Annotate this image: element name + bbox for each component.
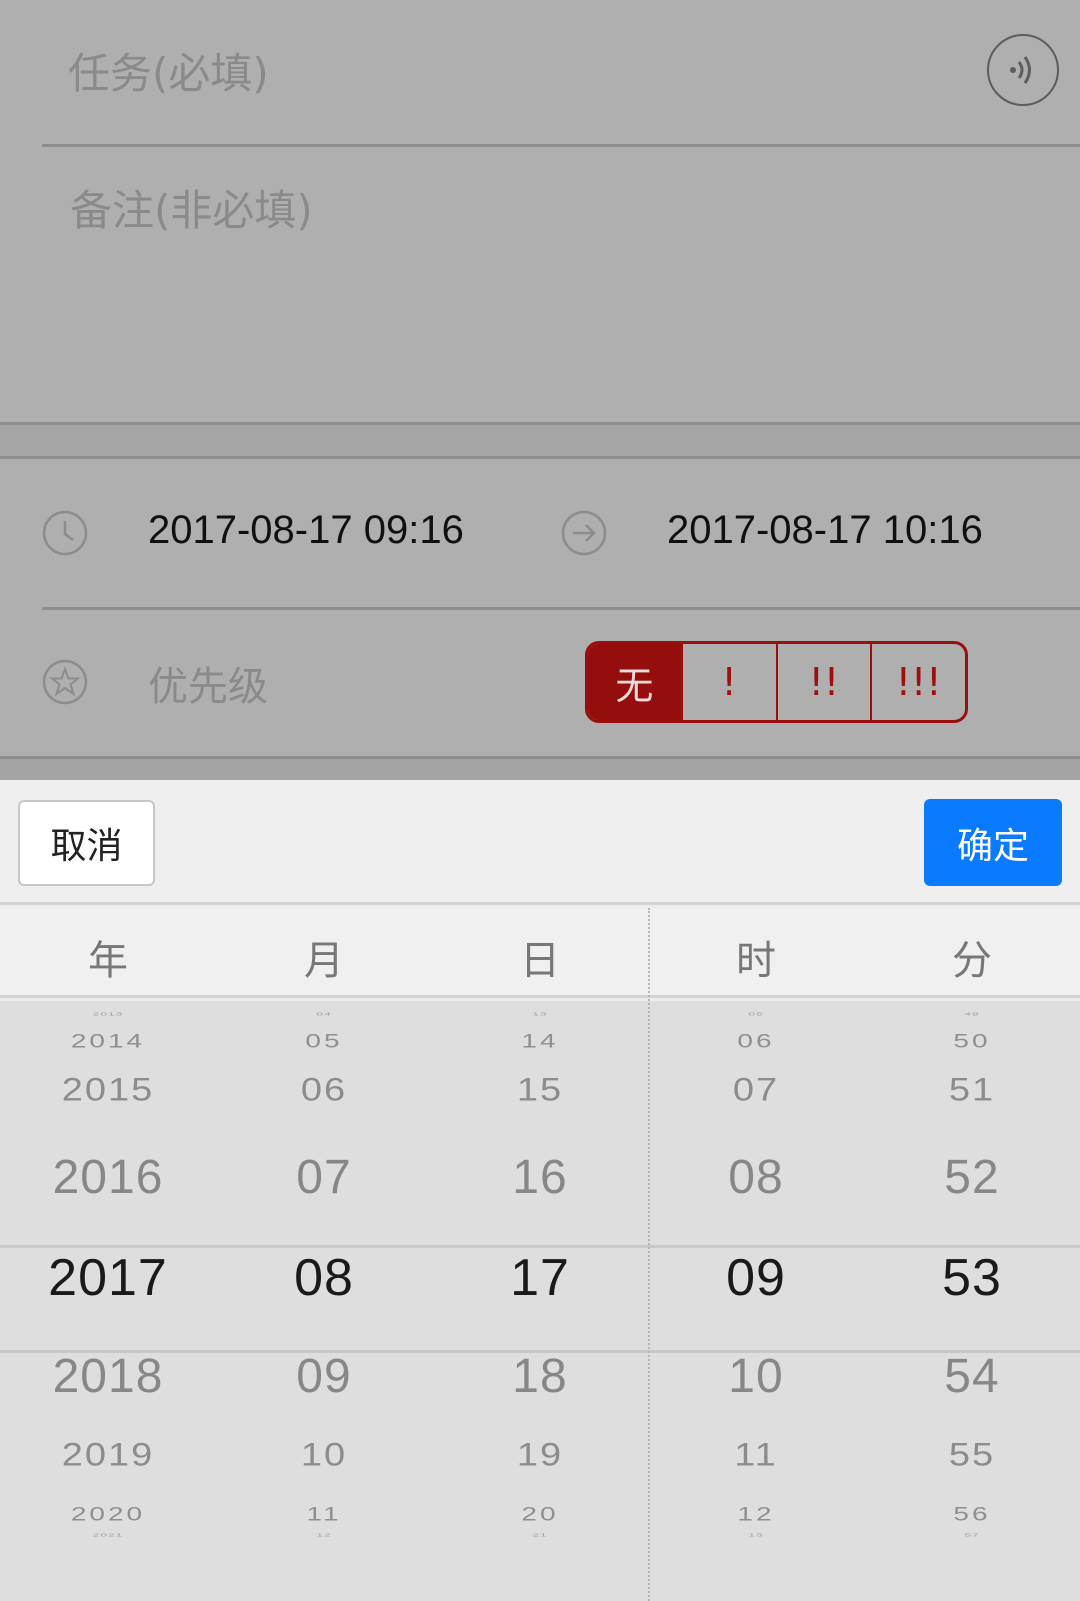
datetime-picker: 取消 确定 年 月 日 时 分 2013 2014 2015 2016 2017… [0, 780, 1080, 1601]
wheel-cell[interactable]: 13 [648, 1533, 864, 1538]
priority-option-medium[interactable]: !! [778, 644, 873, 720]
wheel-cell[interactable]: 06 [216, 1072, 432, 1109]
priority-row: 优先级 无 ! !! !!! [42, 612, 1080, 756]
wheel-cell[interactable]: 09 [216, 1349, 432, 1404]
priority-option-high[interactable]: !!! [872, 644, 965, 720]
voice-input-button[interactable] [987, 34, 1059, 106]
wheel-minute[interactable]: 49 50 51 52 53 54 55 56 57 [864, 1001, 1080, 1601]
priority-selector: 无 ! !! !!! [585, 641, 968, 723]
wheel-cell-selected[interactable]: 09 [648, 1248, 864, 1308]
wheel-cell-selected[interactable]: 53 [864, 1248, 1080, 1308]
wheel-year[interactable]: 2013 2014 2015 2016 2017 2018 2019 2020 … [0, 1001, 216, 1601]
task-form: 任务(必填) 备注(非必填) 2017-08-17 09:16 2017-08-… [0, 0, 1080, 780]
priority-label: 优先级 [148, 664, 268, 710]
confirm-button[interactable]: 确定 [924, 799, 1062, 886]
star-icon [42, 659, 88, 705]
wheel-cell[interactable]: 15 [432, 1072, 648, 1109]
column-title-day: 日 [520, 938, 560, 984]
wheel-cell[interactable]: 18 [432, 1349, 648, 1404]
wheel-cell[interactable]: 06 [648, 1030, 864, 1052]
column-title-month: 月 [304, 938, 344, 984]
wheel-cell[interactable]: 2016 [0, 1150, 216, 1205]
wheel-cell[interactable]: 05 [648, 1012, 864, 1017]
wheel-cell[interactable]: 07 [216, 1150, 432, 1205]
note-input[interactable]: 备注(非必填) [70, 177, 313, 238]
wheel-cell[interactable]: 10 [216, 1437, 432, 1474]
wheel-cell[interactable]: 11 [216, 1503, 432, 1525]
clock-icon [42, 510, 88, 556]
wheel-cell[interactable]: 12 [648, 1503, 864, 1525]
wheel-cell[interactable]: 49 [864, 1012, 1080, 1017]
wheel-cell[interactable]: 54 [864, 1349, 1080, 1404]
voice-wave-icon [1010, 56, 1031, 84]
wheel-cell[interactable]: 2020 [0, 1503, 216, 1525]
column-title-minute: 分 [952, 938, 992, 984]
wheel-cell[interactable]: 20 [432, 1503, 648, 1525]
end-time[interactable]: 2017-08-17 10:16 [667, 508, 983, 553]
start-time[interactable]: 2017-08-17 09:16 [148, 508, 464, 553]
wheel-cell-selected[interactable]: 17 [432, 1248, 648, 1308]
wheel-cell[interactable]: 2014 [0, 1030, 216, 1052]
cancel-button[interactable]: 取消 [18, 800, 155, 886]
wheel-cell[interactable]: 16 [432, 1150, 648, 1205]
task-row: 任务(必填) [42, 0, 1080, 147]
wheel-cell[interactable]: 21 [432, 1533, 648, 1538]
column-title-hour: 时 [736, 938, 776, 984]
wheel-cell-selected[interactable]: 08 [216, 1248, 432, 1308]
wheel-cell[interactable]: 2015 [0, 1072, 216, 1109]
date-time-divider [648, 908, 650, 1601]
wheel-cell[interactable]: 04 [216, 1012, 432, 1017]
task-input[interactable]: 任务(必填) [68, 40, 269, 101]
section-divider [0, 425, 1080, 459]
wheel-cell[interactable]: 2018 [0, 1349, 216, 1404]
wheel-cell[interactable]: 12 [216, 1533, 432, 1538]
wheel-cell[interactable]: 14 [432, 1030, 648, 1052]
wheel-cell[interactable]: 2019 [0, 1437, 216, 1474]
wheel-cell[interactable]: 50 [864, 1030, 1080, 1052]
picker-wheels: 2013 2014 2015 2016 2017 2018 2019 2020 … [0, 1001, 1080, 1601]
time-row: 2017-08-17 09:16 2017-08-17 10:16 [42, 460, 1080, 610]
wheel-cell[interactable]: 52 [864, 1150, 1080, 1205]
wheel-cell[interactable]: 11 [648, 1437, 864, 1474]
wheel-cell[interactable]: 05 [216, 1030, 432, 1052]
wheel-cell[interactable]: 10 [648, 1349, 864, 1404]
arrow-right-icon [561, 510, 607, 556]
wheel-day[interactable]: 13 14 15 16 17 18 19 20 21 [432, 1001, 648, 1601]
wheel-cell[interactable]: 2013 [0, 1012, 216, 1017]
column-title-year: 年 [88, 938, 128, 984]
wheel-cell[interactable]: 19 [432, 1437, 648, 1474]
note-row: 备注(非必填) [0, 147, 1080, 425]
priority-option-low[interactable]: ! [683, 644, 778, 720]
wheel-cell[interactable]: 57 [864, 1533, 1080, 1538]
wheel-cell[interactable]: 56 [864, 1503, 1080, 1525]
wheel-cell[interactable]: 13 [432, 1012, 648, 1017]
wheel-month[interactable]: 04 05 06 07 08 09 10 11 12 [216, 1001, 432, 1601]
wheel-cell-selected[interactable]: 2017 [0, 1248, 216, 1308]
wheel-cell[interactable]: 08 [648, 1150, 864, 1205]
priority-option-none[interactable]: 无 [588, 644, 683, 720]
wheel-cell[interactable]: 2021 [0, 1533, 216, 1538]
section-divider [0, 756, 1080, 780]
wheel-cell[interactable]: 07 [648, 1072, 864, 1109]
wheel-cell[interactable]: 55 [864, 1437, 1080, 1474]
wheel-cell[interactable]: 51 [864, 1072, 1080, 1109]
picker-toolbar: 取消 确定 [0, 780, 1080, 905]
wheel-hour[interactable]: 05 06 07 08 09 10 11 12 13 [648, 1001, 864, 1601]
picker-column-headers: 年 月 日 时 分 [0, 908, 1080, 998]
